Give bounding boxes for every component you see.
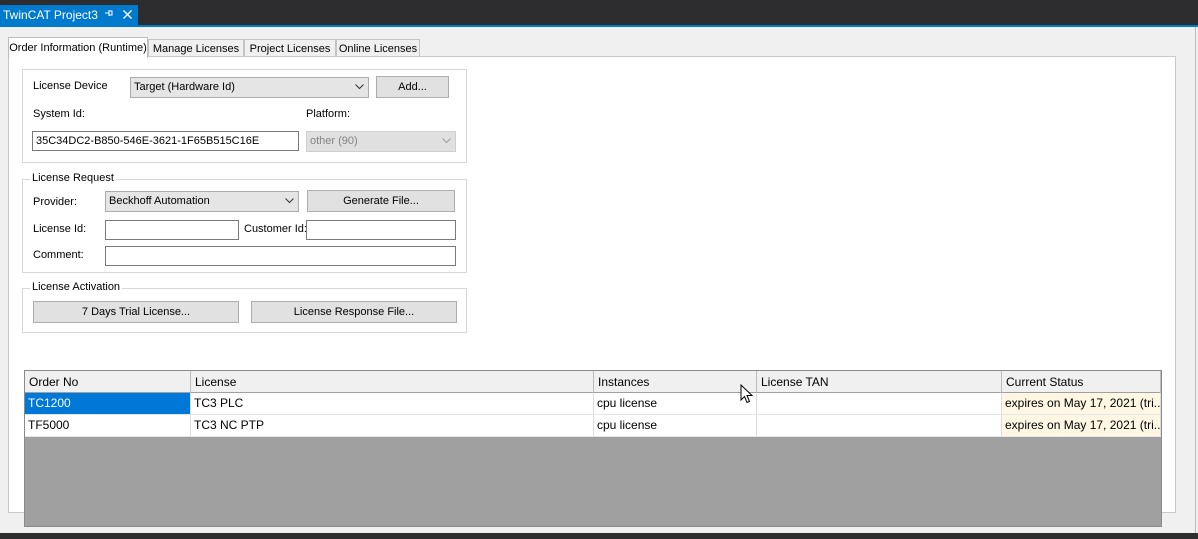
document-tab[interactable]: TwinCAT Project3: [0, 5, 138, 25]
license-request-title: License Request: [30, 172, 116, 184]
tab-online-licenses[interactable]: Online Licenses: [336, 39, 420, 57]
license-device-group: License Device Target (Hardware Id) Add.…: [22, 69, 467, 163]
grid-header: Order No License Instances License TAN C…: [25, 371, 1161, 393]
mouse-cursor-icon: [740, 383, 754, 404]
document-tab-title: TwinCAT Project3: [3, 8, 98, 22]
close-icon[interactable]: [122, 6, 133, 23]
cell-license[interactable]: TC3 NC PTP: [191, 415, 594, 436]
column-header-license-tan[interactable]: License TAN: [757, 371, 1002, 393]
system-id-input[interactable]: 35C34DC2-B850-546E-3621-1F65B515C16E: [32, 131, 299, 151]
tab-manage-licenses[interactable]: Manage Licenses: [148, 39, 244, 57]
license-response-file-button[interactable]: License Response File...: [251, 301, 457, 323]
tab-label: Manage Licenses: [152, 42, 240, 55]
cell-license[interactable]: TC3 PLC: [191, 393, 594, 414]
cell-instances[interactable]: cpu license: [594, 415, 757, 436]
license-id-input[interactable]: [105, 220, 239, 240]
cell-license-tan[interactable]: [757, 393, 1002, 414]
provider-label: Provider:: [33, 196, 78, 208]
comment-label: Comment:: [33, 249, 84, 261]
chevron-down-icon: [442, 132, 451, 151]
tab-label: Online Licenses: [338, 42, 418, 55]
column-header-instances[interactable]: Instances: [594, 371, 757, 393]
comment-input[interactable]: [105, 246, 456, 266]
tab-order-information[interactable]: Order Information (Runtime): [8, 37, 148, 58]
chevron-down-icon: [355, 78, 364, 97]
tab-project-licenses[interactable]: Project Licenses: [244, 39, 336, 57]
license-activation-group: License Activation 7 Days Trial License.…: [22, 281, 467, 333]
license-device-label: License Device: [33, 80, 108, 92]
cell-order-no[interactable]: TF5000: [25, 415, 191, 436]
panel-edge: [1195, 27, 1196, 533]
platform-combo: other (90): [306, 131, 456, 152]
license-editor: Order Information (Runtime) Manage Licen…: [0, 27, 1198, 533]
pin-icon[interactable]: [104, 8, 114, 21]
license-device-combo[interactable]: Target (Hardware Id): [130, 77, 369, 98]
cell-current-status[interactable]: expires on May 17, 2021 (tri...: [1002, 415, 1161, 436]
generate-file-button[interactable]: Generate File...: [307, 190, 455, 212]
document-tab-bar: TwinCAT Project3: [0, 0, 1198, 25]
system-id-label: System Id:: [33, 108, 85, 120]
license-activation-title: License Activation: [30, 281, 123, 293]
cell-order-no[interactable]: TC1200: [25, 393, 191, 414]
table-row[interactable]: TF5000 TC3 NC PTP cpu license expires on…: [25, 415, 1161, 437]
chevron-down-icon: [285, 192, 294, 211]
license-grid: Order No License Instances License TAN C…: [24, 370, 1162, 527]
license-request-group: License Request Provider: Beckhoff Autom…: [22, 172, 467, 273]
provider-value: Beckhoff Automation: [109, 195, 210, 207]
bottom-bar: [0, 533, 1198, 539]
cell-license-tan[interactable]: [757, 415, 1002, 436]
add-button[interactable]: Add...: [376, 76, 449, 98]
column-header-current-status[interactable]: Current Status: [1002, 371, 1161, 393]
column-header-license[interactable]: License: [191, 371, 594, 393]
order-information-page: License Device Target (Hardware Id) Add.…: [8, 56, 1176, 527]
license-device-value: Target (Hardware Id): [134, 81, 235, 93]
trial-license-button[interactable]: 7 Days Trial License...: [33, 301, 239, 323]
cell-current-status[interactable]: expires on May 17, 2021 (tri...: [1002, 393, 1161, 414]
table-row[interactable]: TC1200 TC3 PLC cpu license expires on Ma…: [25, 393, 1161, 415]
license-id-label: License Id:: [33, 223, 87, 235]
tab-label: Project Licenses: [249, 42, 331, 55]
platform-label: Platform:: [306, 108, 351, 120]
customer-id-label: Customer Id:: [244, 223, 307, 235]
cell-instances[interactable]: cpu license: [594, 393, 757, 414]
customer-id-input[interactable]: [306, 220, 456, 240]
column-header-order-no[interactable]: Order No: [25, 371, 191, 393]
tab-label: Order Information (Runtime): [9, 42, 147, 54]
provider-combo[interactable]: Beckhoff Automation: [105, 191, 299, 212]
platform-value: other (90): [310, 135, 358, 147]
